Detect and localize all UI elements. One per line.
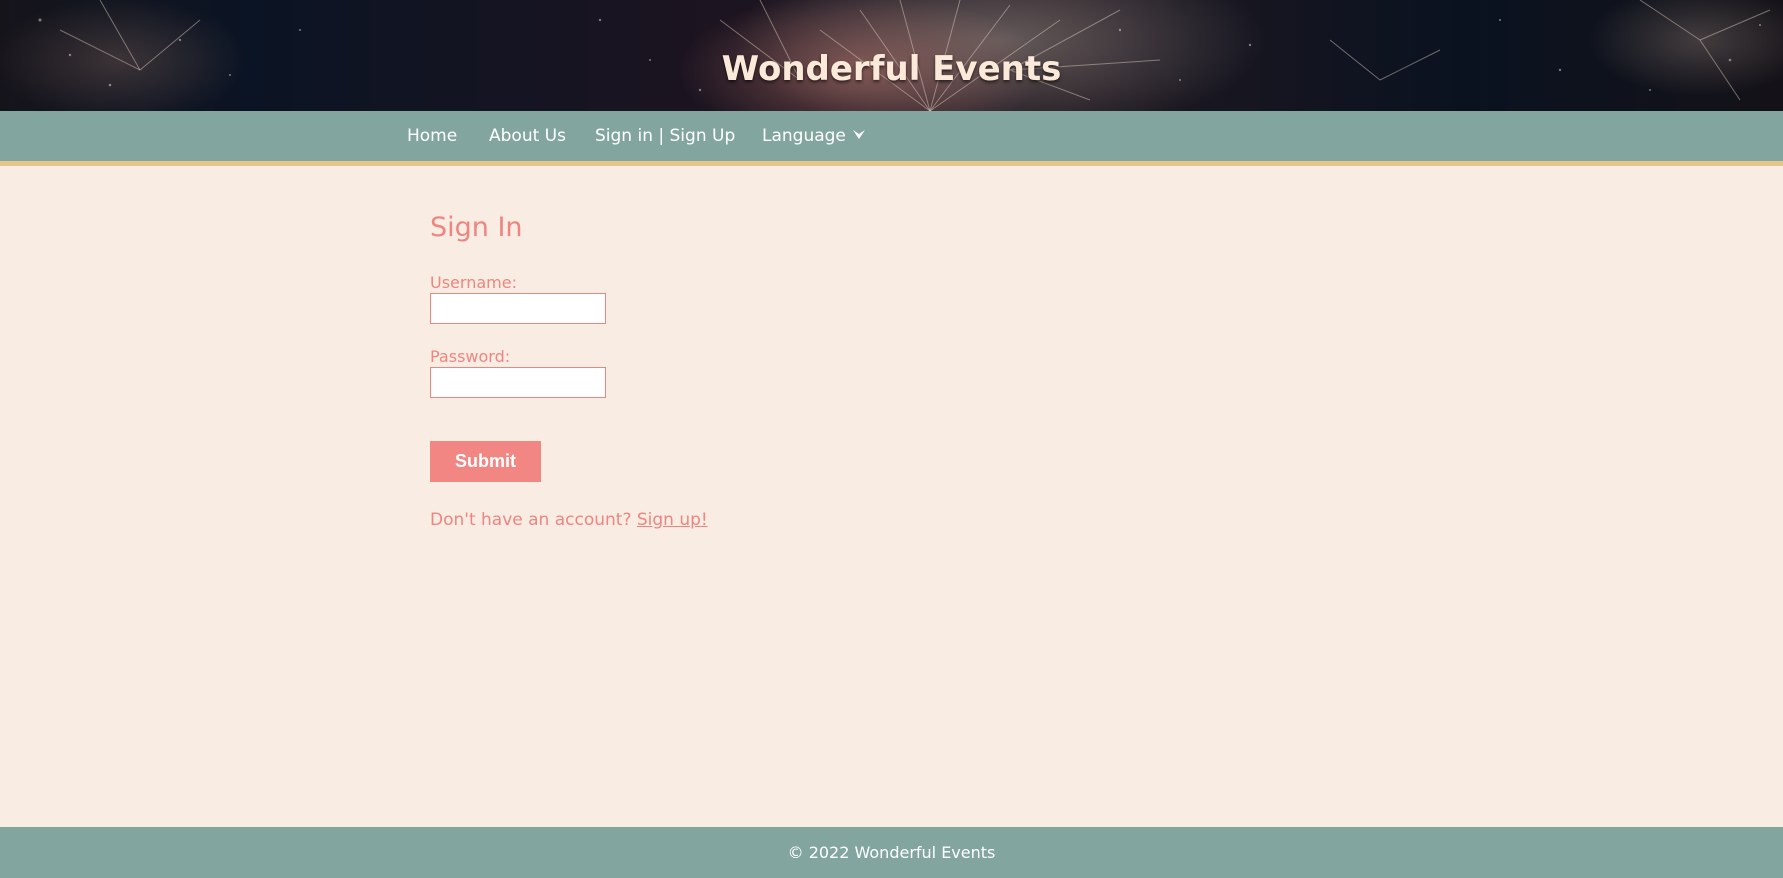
- footer-copyright: © 2022 Wonderful Events: [787, 843, 996, 862]
- username-label: Username:: [430, 273, 517, 292]
- username-input[interactable]: [430, 293, 606, 324]
- main-nav: Home About Us Sign in | Sign Up Language: [0, 111, 1783, 166]
- nav-sign-in-sign-up[interactable]: Sign in | Sign Up: [595, 126, 735, 146]
- site-footer: © 2022 Wonderful Events: [0, 827, 1783, 878]
- signup-link[interactable]: Sign up!: [637, 510, 708, 530]
- site-title: Wonderful Events: [721, 49, 1062, 89]
- signup-prompt: Don't have an account? Sign up!: [430, 510, 708, 530]
- page-title: Sign In: [430, 212, 523, 243]
- nav-language-label: Language: [762, 126, 846, 146]
- site-header: Wonderful Events: [0, 0, 1783, 111]
- signup-prompt-text: Don't have an account?: [430, 510, 637, 530]
- password-input[interactable]: [430, 367, 606, 398]
- chevron-down-icon: [852, 129, 865, 139]
- submit-button[interactable]: Submit: [430, 441, 541, 482]
- nav-language-dropdown[interactable]: Language: [762, 126, 866, 146]
- password-label: Password:: [430, 347, 511, 366]
- nav-about-us[interactable]: About Us: [489, 126, 566, 146]
- nav-home[interactable]: Home: [407, 126, 457, 146]
